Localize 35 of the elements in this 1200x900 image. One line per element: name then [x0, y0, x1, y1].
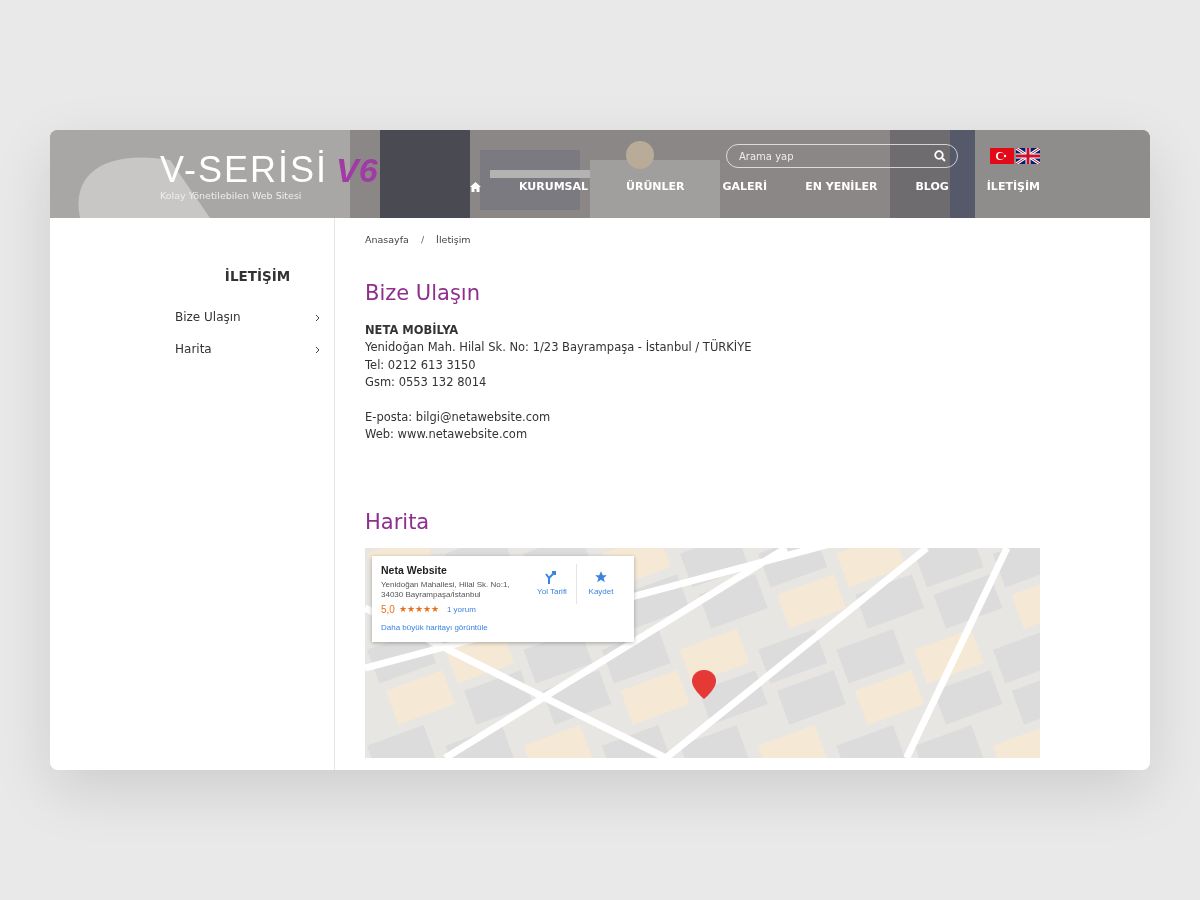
nav-link[interactable]: BLOG: [915, 180, 949, 193]
sidebar-title: İLETİŞİM: [223, 268, 292, 284]
star-icon: ★: [414, 604, 423, 614]
place-address: Yenidoğan Mahallesi, Hilal Sk. No:1, 34030 Bayrampaşa/İstanbul: [381, 579, 511, 600]
nav-link[interactable]: GALERİ: [722, 180, 768, 193]
contact-line: Tel: 0212 613 3150: [365, 356, 477, 374]
contact-line: E-posta: bilgi@netawebsite.com: [365, 408, 552, 426]
star-icon: ★: [422, 604, 431, 614]
reviews-link[interactable]: 1 yorum: [446, 604, 476, 614]
logo-version: V6: [336, 152, 378, 187]
sidebar-item[interactable]: Harita: [175, 342, 320, 374]
nav-link[interactable]: ÜRÜNLER: [626, 180, 685, 193]
directions-button[interactable]: Yol Tarifi: [528, 563, 576, 604]
section-heading: Harita: [365, 509, 431, 534]
nav-link[interactable]: EN YENİLER: [805, 180, 878, 193]
nav-link[interactable]: KURUMSAL: [518, 180, 589, 193]
contact-line: Web: www.netawebsite.com: [365, 426, 529, 443]
larger-map-link[interactable]: Daha büyük haritayı görüntüle: [381, 622, 528, 632]
star-icon: ★: [430, 604, 439, 614]
breadcrumb-link[interactable]: İletişim: [436, 234, 471, 245]
breadcrumb-link[interactable]: Anasayfa: [365, 234, 409, 245]
star-icon: ★: [406, 604, 415, 614]
company-name: NETA MOBİLYA: [365, 321, 460, 339]
contact-line: Gsm: 0553 132 8014: [365, 374, 488, 391]
place-title: Neta Website: [381, 563, 448, 576]
nav-link[interactable]: İLETİŞİM: [986, 180, 1040, 193]
search-field[interactable]: Arama yap: [726, 144, 958, 168]
breadcrumb-separator: /: [420, 234, 425, 245]
sidebar-item[interactable]: Bize Ulaşın: [175, 310, 320, 342]
section-heading: Bize Ulaşın: [365, 281, 482, 305]
logo-name: V-SERİSİ: [160, 151, 329, 188]
rating-value: 5,0: [381, 603, 395, 615]
contact-line: Yenidoğan Mah. Hilal Sk. No: 1/23 Bayrampaşa - İstanbul / TÜRKİYE: [365, 339, 753, 356]
star-icon: ★: [398, 604, 407, 614]
save-button[interactable]: Kaydet: [576, 563, 625, 604]
